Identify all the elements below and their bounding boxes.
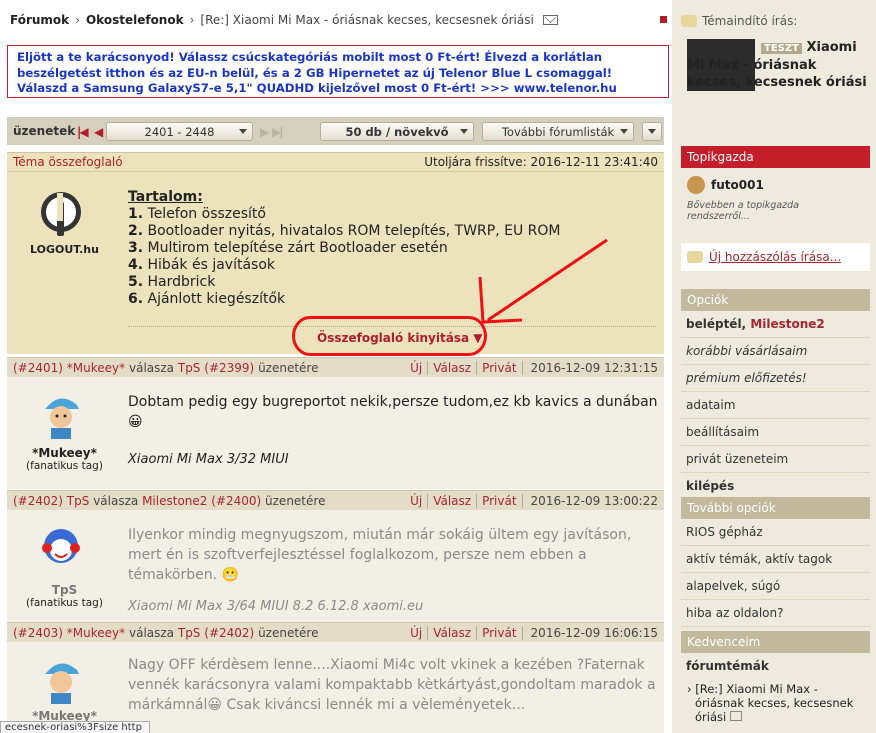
post-author-link[interactable]: *Mukeey* — [67, 361, 125, 375]
speech-bubble-icon — [681, 15, 697, 27]
premium-link[interactable]: prémium előfizetés! — [681, 365, 870, 392]
post-date: 2016-12-09 13:00:22 — [530, 493, 658, 508]
settings-link[interactable]: beállításaim — [681, 419, 870, 446]
post-user-role: (fanatikus tag) — [26, 460, 103, 472]
post-text: Nagy OFF kérdèsem lenne....Xiaomi Mi4c v… — [128, 657, 656, 713]
favorites-subheader: fórumtémák — [686, 659, 769, 673]
host-header: Topikgazda — [681, 146, 870, 168]
avatar[interactable] — [39, 524, 83, 572]
new-link[interactable]: Új — [405, 360, 429, 375]
test-badge: TESZT — [761, 43, 802, 54]
starter-label: Témaindító írás: — [702, 14, 798, 28]
starter-title-link[interactable]: TESZT Xiaomi Mi Max - óriásnak kecses, k… — [687, 39, 869, 91]
private-link[interactable]: Privát — [477, 625, 523, 640]
post-body: *Mukeey* Nagy OFF kérdèsem lenne....Xiao… — [7, 642, 664, 733]
post-header: (#2403) *Mukeey* válasza TpS (#2402) üze… — [7, 622, 664, 642]
post-body: *Mukeey* (fanatikus tag) Dobtam pedig eg… — [7, 377, 664, 489]
purchases-link[interactable]: korábbi vásárlásaim — [681, 338, 870, 365]
private-link[interactable]: Privát — [477, 493, 523, 508]
main-column: Fórumok › Okostelefonok › [Re:] Xiaomi Mi … — [0, 0, 672, 733]
post-date: 2016-12-09 16:06:15 — [530, 625, 658, 640]
reply-link[interactable]: Válasz — [428, 360, 478, 375]
delete-favorite-icon[interactable] — [729, 711, 742, 721]
options-header: Opciók — [681, 289, 870, 311]
post-signature: Xiaomi Mi Max 3/32 MIUI — [128, 452, 289, 467]
post-header: (#2402) TpS válasza Milestone2 (#2400) ü… — [7, 490, 664, 510]
annotation-arrow-icon — [478, 238, 608, 324]
report-bug-link[interactable]: hiba az oldalon? — [681, 600, 870, 627]
reply-to-post-link[interactable]: (#2402) — [204, 626, 254, 640]
post-text: Dobtam pedig egy bugreportot nekik,persz… — [128, 392, 658, 470]
reply-link[interactable]: Válasz — [428, 625, 478, 640]
avatar[interactable] — [39, 656, 83, 704]
options-box: Opciók beléptél, Milestone2 korábbi vásá… — [681, 289, 870, 500]
private-link[interactable]: Privát — [477, 360, 523, 375]
logout-link[interactable]: kilépés — [681, 473, 870, 500]
post-username[interactable]: TpS — [7, 583, 122, 597]
post-2403: (#2403) *Mukeey* válasza TpS (#2402) üze… — [7, 622, 664, 733]
host-user-link[interactable]: futo001 — [711, 178, 764, 192]
active-topics-link[interactable]: aktív témák, aktív tagok — [681, 546, 870, 573]
logged-in-user-link[interactable]: Milestone2 — [750, 317, 824, 331]
favorite-topic-link[interactable]: › [Re:] Xiaomi Mi Max - óriásnak kecses,… — [681, 679, 870, 724]
post-text: Ilyenkor mindig megnyugszom, miután már … — [128, 525, 658, 617]
status-bar: ecesnek-oriasi%3Fsize http — [0, 721, 150, 733]
post-date: 2016-12-09 12:31:15 — [530, 360, 658, 375]
rios-link[interactable]: RIOS gépház — [681, 519, 870, 546]
host-box: Topikgazda futo001 Bővebben a topikgazda… — [681, 146, 870, 228]
host-info-link[interactable]: Bővebben a topikgazda rendszerről... — [681, 194, 870, 228]
starter-post-box: Témaindító írás: TESZT Xiaomi Mi Max - ó… — [681, 14, 870, 91]
post-author-link[interactable]: TpS — [67, 494, 90, 508]
new-post-box: Új hozzászólás írása... — [681, 243, 870, 271]
post-header: (#2401) *Mukeey* válasza TpS (#2399) üze… — [7, 357, 664, 377]
reply-to-user-link[interactable]: Milestone2 — [142, 494, 207, 508]
favorites-box: Kedvenceim fórumtémák › [Re:] Xiaomi Mi … — [681, 631, 870, 724]
reply-link[interactable]: Válasz — [428, 493, 478, 508]
post-2401: (#2401) *Mukeey* válasza TpS (#2399) üze… — [7, 357, 664, 489]
new-link[interactable]: Új — [405, 493, 429, 508]
post-number-link[interactable]: (#2402) — [13, 494, 63, 508]
new-link[interactable]: Új — [405, 625, 429, 640]
post-signature: Xiaomi Mi Max 3/64 MIUI 8.2 6.12.8 xaomi… — [128, 599, 424, 614]
logged-in-label: beléptél, — [686, 317, 747, 331]
post-username[interactable]: *Mukeey* — [7, 446, 122, 460]
post-2402: (#2402) TpS válasza Milestone2 (#2400) ü… — [7, 490, 664, 622]
reply-to-post-link[interactable]: (#2400) — [211, 494, 261, 508]
post-number-link[interactable]: (#2403) — [13, 626, 63, 640]
post-body: TpS (fanatikus tag) Ilyenkor mindig megn… — [7, 510, 664, 622]
new-post-link[interactable]: Új hozzászólás írása... — [709, 250, 841, 264]
pencil-bubble-icon — [687, 251, 703, 263]
post-author-link[interactable]: *Mukeey* — [67, 626, 125, 640]
reply-to-user-link[interactable]: TpS — [178, 626, 201, 640]
my-data-link[interactable]: adataim — [681, 392, 870, 419]
favorites-header: Kedvenceim — [681, 631, 870, 653]
teddy-icon — [687, 176, 705, 194]
more-options-header: További opciók — [681, 497, 870, 519]
reply-to-post-link[interactable]: (#2399) — [204, 361, 254, 375]
help-link[interactable]: alapelvek, súgó — [681, 573, 870, 600]
private-messages-link[interactable]: privát üzeneteim — [681, 446, 870, 473]
post-number-link[interactable]: (#2401) — [13, 361, 63, 375]
more-options-box: További opciók RIOS gépház aktív témák, … — [681, 497, 870, 627]
avatar[interactable] — [39, 391, 83, 439]
post-user-role: (fanatikus tag) — [26, 597, 103, 609]
sidebar: Témaindító írás: TESZT Xiaomi Mi Max - ó… — [672, 0, 876, 733]
reply-to-user-link[interactable]: TpS — [178, 361, 201, 375]
